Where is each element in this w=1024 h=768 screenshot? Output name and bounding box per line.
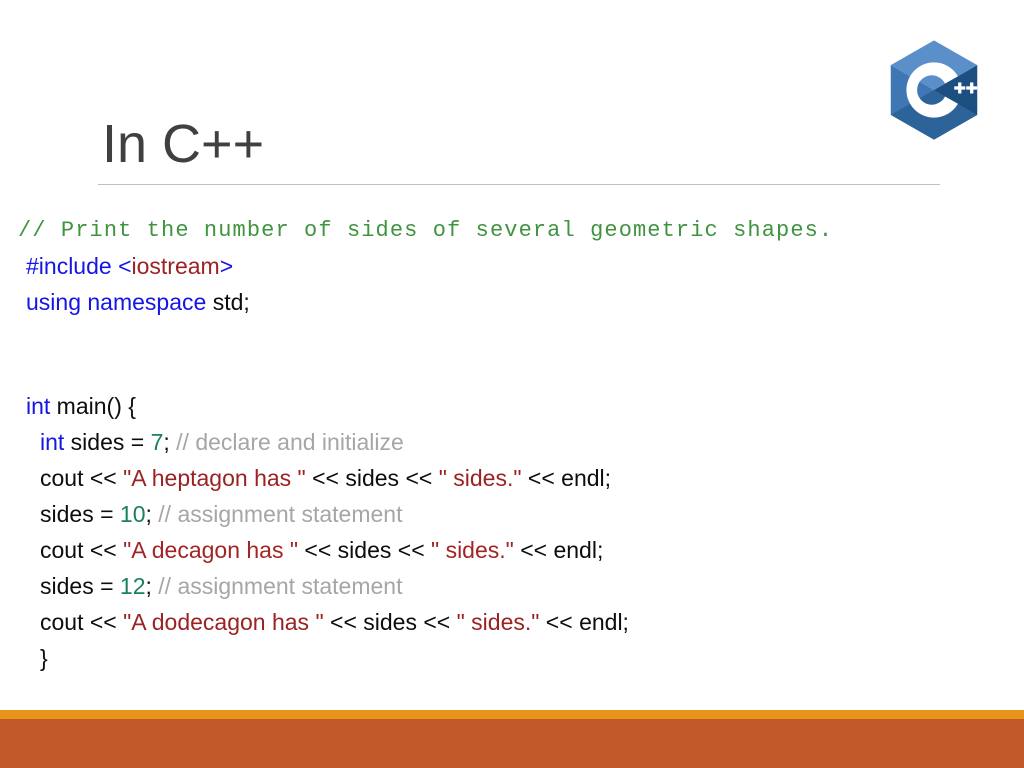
code-token: cout << <box>40 609 124 635</box>
line-cout-dodecagon: cout << "A dodecagon has " << sides << "… <box>18 604 1008 640</box>
page-title: In C++ <box>102 114 265 174</box>
code-token: // assignment statement <box>158 501 403 527</box>
code-token: << sides << <box>305 465 439 491</box>
line-close-brace: } <box>18 640 1008 676</box>
code-token: " sides." <box>431 537 514 563</box>
code-token: int <box>40 429 65 455</box>
code-token: ; <box>163 429 177 455</box>
code-token: main() { <box>50 393 136 419</box>
code-token: } <box>40 645 48 671</box>
code-token: // Print the number of sides of several … <box>18 218 834 243</box>
line-cout-heptagon: cout << "A heptagon has " << sides << " … <box>18 460 1008 496</box>
code-token: sides = <box>64 429 151 455</box>
line-comment-intro: // Print the number of sides of several … <box>18 214 1008 248</box>
code-token: std; <box>212 289 250 315</box>
title-divider <box>98 184 940 185</box>
code-token: iostream <box>131 253 220 279</box>
line-cout-decagon: cout << "A decagon has " << sides << " s… <box>18 532 1008 568</box>
footer-accent-bar-orange <box>0 710 1024 719</box>
code-token: 12 <box>119 573 146 599</box>
code-token: < <box>118 253 132 279</box>
line-using: using namespace std; <box>18 284 1008 320</box>
line-declare-sides: int sides = 7; // declare and initialize <box>18 424 1008 460</box>
code-token: " sides." <box>438 465 522 491</box>
code-token: << endl; <box>513 537 604 563</box>
code-token: cout << <box>40 465 124 491</box>
code-listing: // Print the number of sides of several … <box>18 214 1008 676</box>
line-include: #include <iostream> <box>18 248 1008 284</box>
code-token: << endl; <box>521 465 612 491</box>
code-token: ; <box>145 501 159 527</box>
code-token: 10 <box>119 501 146 527</box>
code-token: sides = <box>40 573 120 599</box>
line-assign-12: sides = 12; // assignment statement <box>18 568 1008 604</box>
code-token: "A dodecagon has " <box>123 609 324 635</box>
code-token: // declare and initialize <box>176 429 404 455</box>
code-token: << endl; <box>539 609 629 635</box>
code-token: sides = <box>40 501 120 527</box>
line-assign-10: sides = 10; // assignment statement <box>18 496 1008 532</box>
code-token: int <box>26 393 51 419</box>
code-token: " sides." <box>456 609 540 635</box>
code-token: using namespace <box>26 289 213 315</box>
code-token: // assignment statement <box>158 573 403 599</box>
code-token: << sides << <box>323 609 457 635</box>
line-blank-1 <box>18 320 1008 354</box>
code-token: > <box>219 253 234 279</box>
code-token: << sides << <box>298 537 432 563</box>
code-token: #include <box>26 253 119 279</box>
line-main: int main() { <box>18 388 1008 424</box>
line-blank-2 <box>18 354 1008 388</box>
title-block: In C++ <box>98 112 940 185</box>
code-token: "A heptagon has " <box>123 465 306 491</box>
footer-bar-brown <box>0 719 1024 768</box>
code-token: "A decagon has " <box>123 537 299 563</box>
code-token: cout << <box>40 537 124 563</box>
code-token: ; <box>145 573 159 599</box>
code-token: 7 <box>150 429 164 455</box>
